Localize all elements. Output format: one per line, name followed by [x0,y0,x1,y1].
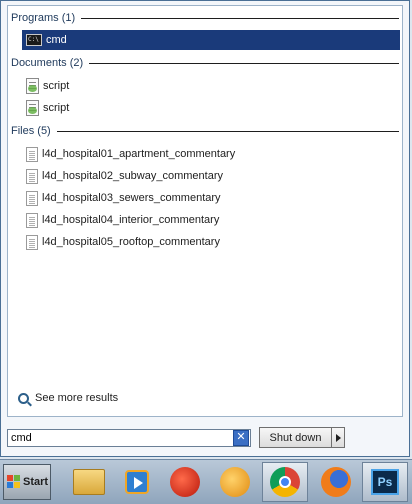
shutdown-options-button[interactable] [331,427,345,448]
text-file-icon [26,212,38,228]
search-input[interactable] [11,432,221,444]
firefox-icon [321,467,351,497]
result-item-file[interactable]: l4d_hospital03_sewers_commentary [22,188,400,208]
folder-icon [73,469,105,495]
search-box[interactable] [7,429,251,447]
text-file-icon [26,190,38,206]
group-header-files[interactable]: Files (5) [11,124,399,138]
ccleaner-icon [170,467,200,497]
result-label: script [43,80,70,92]
taskbar-photoshop[interactable]: Ps [362,462,408,502]
group-label: Files (5) [11,125,51,137]
start-button[interactable]: Start [3,464,51,500]
result-label: l4d_hospital05_rooftop_commentary [42,236,220,248]
group-label: Programs (1) [11,12,76,24]
text-file-icon [26,146,38,162]
taskbar-chrome[interactable] [262,462,308,502]
start-label: Start [23,476,49,488]
result-item-script[interactable]: script [22,98,400,118]
windows-logo-icon [7,475,21,489]
clear-search-button[interactable]: ✕ [233,430,249,446]
taskbar-app-orange[interactable] [212,462,258,502]
see-more-results-link[interactable]: See more results [18,392,118,404]
result-label: l4d_hospital03_sewers_commentary [42,192,221,204]
chrome-icon [270,467,300,497]
result-label: cmd [46,34,67,46]
taskbar-firefox[interactable] [313,462,359,502]
search-icon [18,392,29,404]
text-file-icon [26,168,38,184]
divider [81,17,399,19]
divider [56,130,399,132]
divider [89,62,399,64]
taskbar: Start Ps [0,459,412,504]
result-item-script[interactable]: script [22,76,400,96]
start-menu: Programs (1) cmd Documents (2) script sc… [0,0,410,457]
orange-app-icon [220,467,250,497]
script-icon [26,78,39,94]
photoshop-icon: Ps [371,469,399,495]
result-item-file[interactable]: l4d_hospital01_apartment_commentary [22,144,400,164]
taskbar-media-player[interactable] [114,462,160,502]
result-label: script [43,102,70,114]
result-label: l4d_hospital02_subway_commentary [42,170,223,182]
result-label: l4d_hospital01_apartment_commentary [42,148,236,160]
see-more-label: See more results [35,392,119,404]
taskbar-ccleaner[interactable] [162,462,208,502]
shutdown-label: Shut down [269,431,322,444]
taskbar-explorer[interactable] [66,462,112,502]
result-item-cmd[interactable]: cmd [22,30,400,50]
result-item-file[interactable]: l4d_hospital04_interior_commentary [22,210,400,230]
result-label: l4d_hospital04_interior_commentary [42,214,220,226]
shutdown-button[interactable]: Shut down [259,427,331,448]
script-icon [26,100,39,116]
group-label: Documents (2) [11,57,84,69]
result-item-file[interactable]: l4d_hospital02_subway_commentary [22,166,400,186]
search-results-pane: Programs (1) cmd Documents (2) script sc… [7,5,403,417]
group-header-documents[interactable]: Documents (2) [11,56,399,70]
media-player-icon [125,470,149,494]
result-item-file[interactable]: l4d_hospital05_rooftop_commentary [22,232,400,252]
group-header-programs[interactable]: Programs (1) [11,11,399,25]
cmd-icon [26,34,42,46]
text-file-icon [26,234,38,250]
